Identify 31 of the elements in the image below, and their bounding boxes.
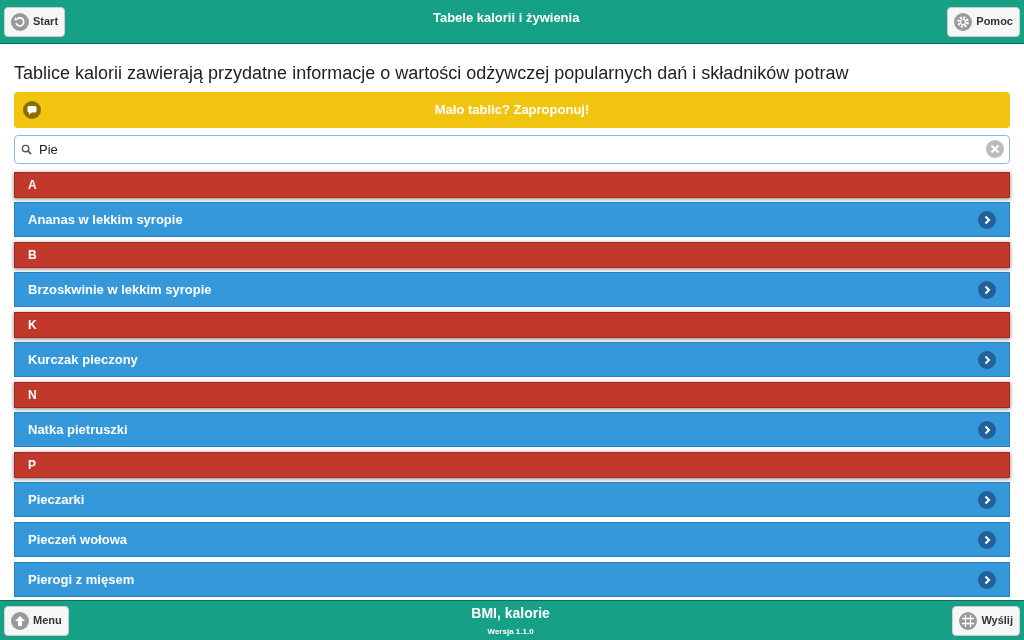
- list-item[interactable]: Pieczarki: [14, 482, 1010, 517]
- menu-button[interactable]: Menu: [4, 605, 69, 636]
- footer-title: BMI, kalorie: [471, 603, 550, 622]
- settings-icon: [954, 12, 973, 31]
- chevron-right-icon: [978, 350, 996, 369]
- intro-text: Tablice kalorii zawierają przydatne informacje o wartości odżywczej popularnych dań i składników potraw: [14, 62, 850, 84]
- start-button[interactable]: Start: [4, 6, 66, 37]
- list-item[interactable]: Pierogi z mięsem: [14, 562, 1010, 597]
- list-item[interactable]: Brzoskwinie w lekkim syropie: [14, 272, 1010, 307]
- chevron-right-icon: [978, 420, 996, 439]
- send-button[interactable]: Wyślij: [952, 605, 1020, 636]
- chevron-right-icon: [978, 280, 996, 299]
- app-title: Tabele kalorii i żywienia: [432, 9, 580, 27]
- list-item[interactable]: Pieczeń wołowa: [14, 522, 1010, 557]
- chevron-right-icon: [978, 490, 996, 509]
- list-item[interactable]: Kurczak pieczony: [14, 342, 1010, 377]
- back-icon: [11, 12, 29, 31]
- search-icon: [21, 144, 32, 155]
- clear-icon[interactable]: [986, 140, 1004, 158]
- list-item[interactable]: Ananas w lekkim syropie: [14, 202, 1010, 237]
- help-button[interactable]: Pomoc: [947, 6, 1020, 37]
- chevron-right-icon: [978, 210, 996, 229]
- grid-icon: [959, 611, 978, 630]
- version-text: Wersja 1.1.0: [487, 625, 534, 638]
- arrow-up-icon: [11, 611, 29, 630]
- suggest-banner[interactable]: Mało tablic? Zaproponuj!: [14, 92, 1010, 128]
- list-item[interactable]: Natka pietruszki: [14, 412, 1010, 447]
- chevron-right-icon: [978, 530, 996, 549]
- search-field[interactable]: Pie: [14, 135, 1010, 164]
- comment-icon: [23, 101, 41, 119]
- chevron-right-icon: [978, 570, 996, 589]
